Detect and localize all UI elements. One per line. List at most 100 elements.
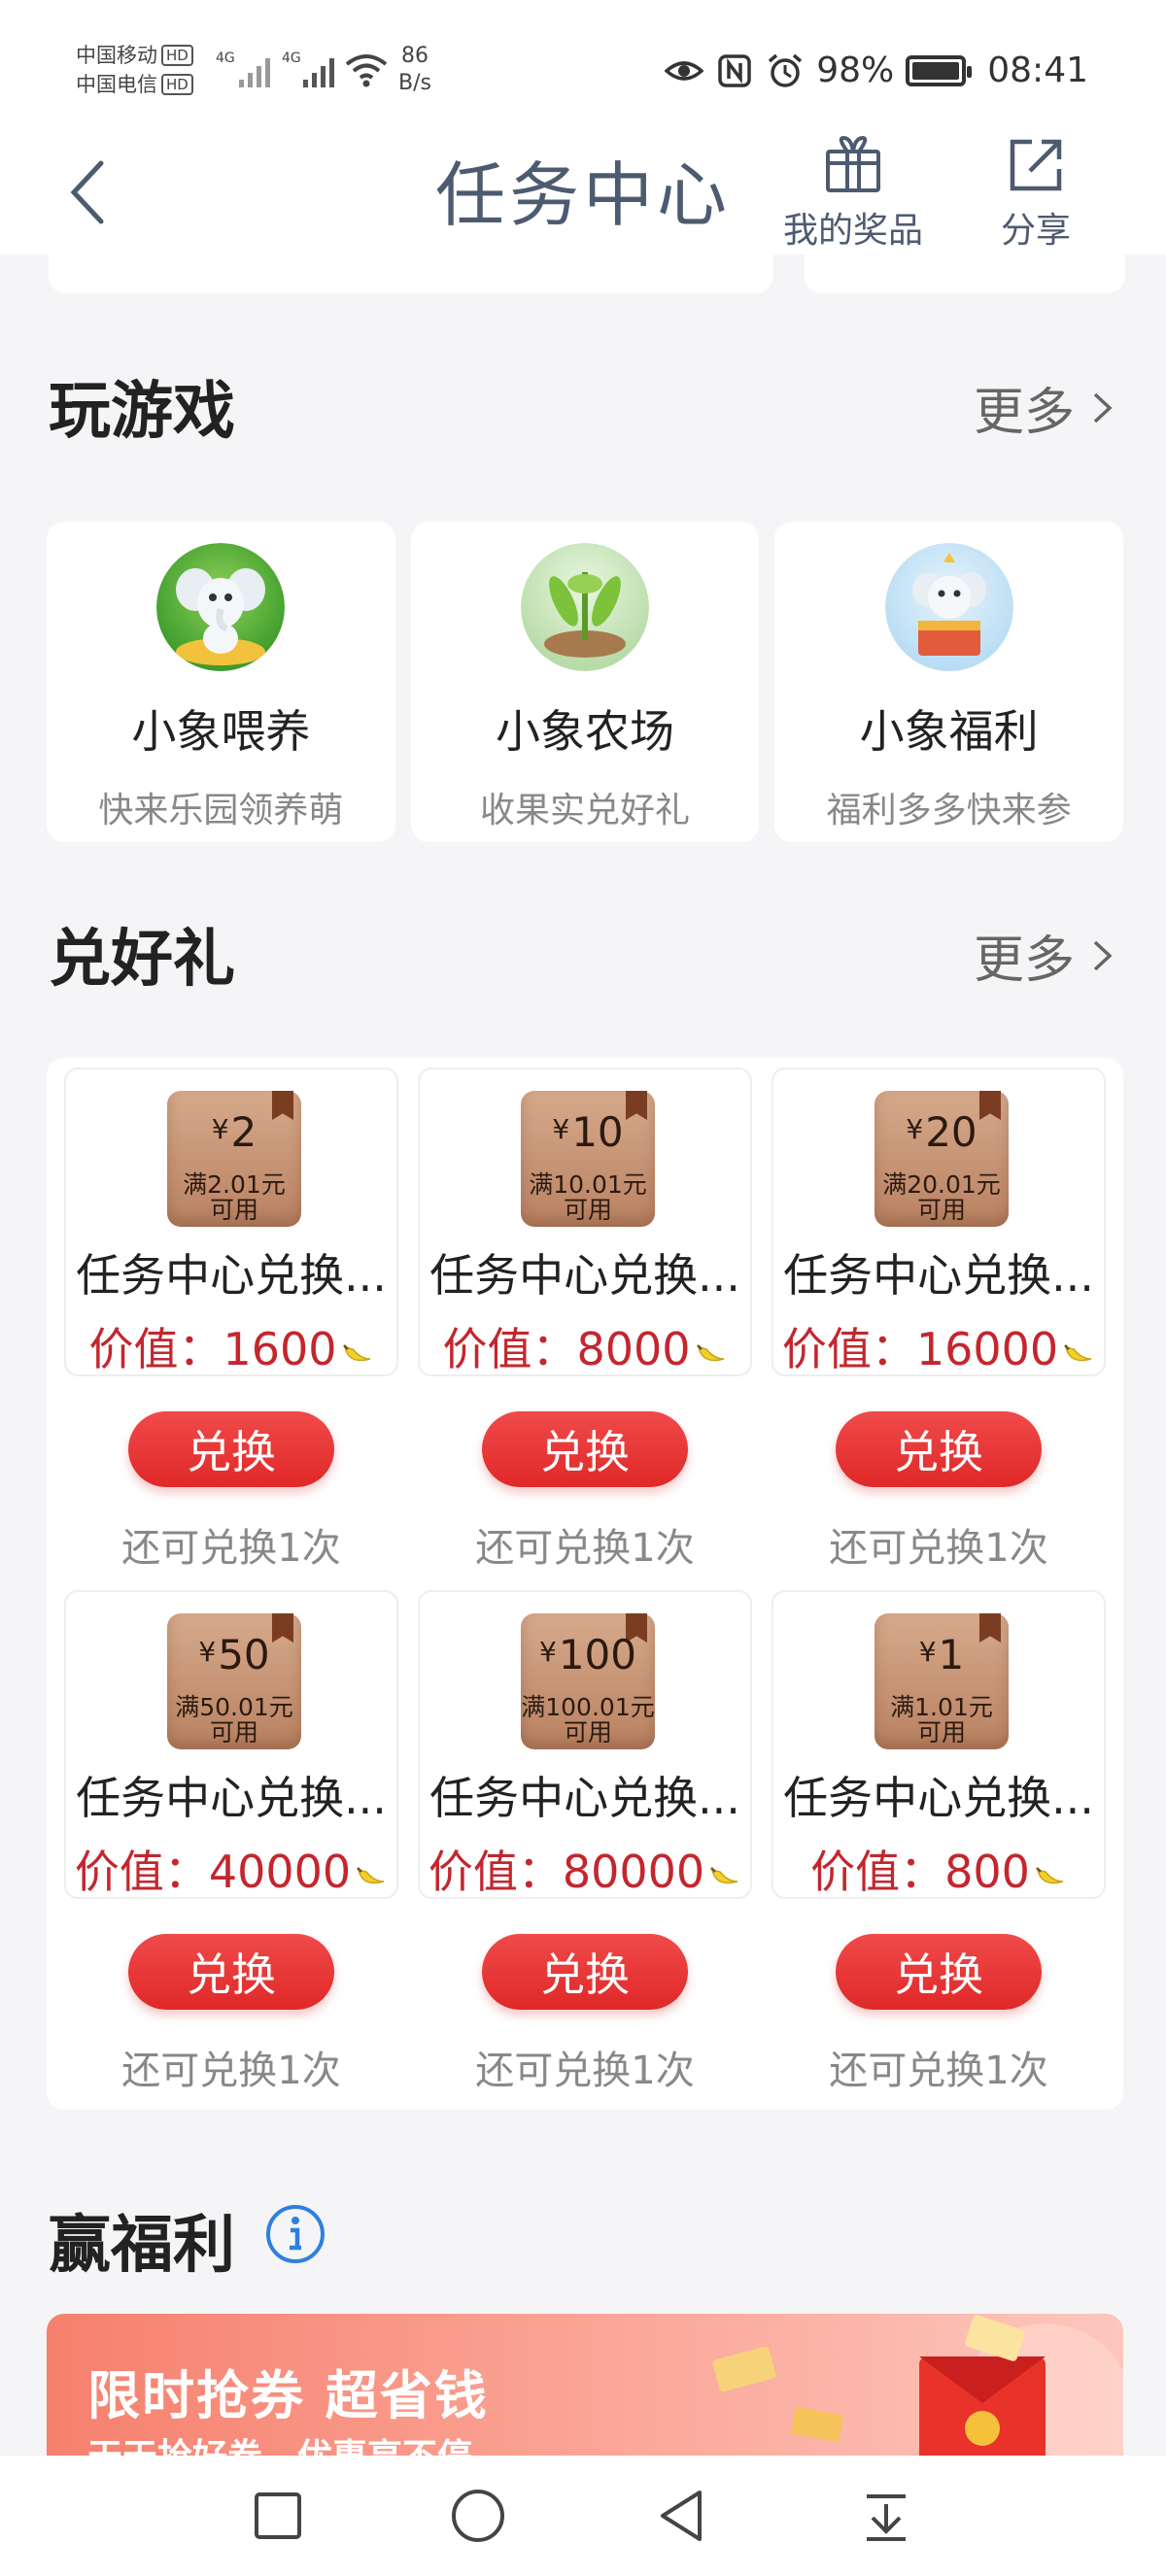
network-type-2: 4G	[282, 51, 301, 66]
reward-value: 价值：80000	[420, 1837, 750, 1901]
coupon-amount: ¥50	[167, 1631, 301, 1678]
currency-symbol: ¥	[539, 1636, 557, 1668]
carrier-1-label: 中国移动	[76, 44, 157, 67]
more-label: 更多	[973, 932, 1075, 990]
exchange-button[interactable]: 兑换	[128, 1934, 334, 2010]
coupon-condition: 满50.01元 可用	[161, 1695, 307, 1746]
game-desc: 快来乐园领养萌	[98, 791, 344, 830]
currency-symbol: ¥	[918, 1636, 937, 1668]
remaining-count: 还可兑换1次	[475, 1526, 695, 1571]
red-envelope-illustration	[712, 2315, 1123, 2456]
exchange-button[interactable]: 兑换	[482, 1934, 688, 2010]
coupon-usable: 可用	[563, 1718, 612, 1746]
reward-value-text: 价值：1600	[88, 1323, 337, 1375]
reward-value: 价值：1600	[66, 1314, 396, 1378]
exchange-button[interactable]: 兑换	[128, 1411, 334, 1487]
reward-card[interactable]: ¥50 满50.01元 可用 任务中心兑换... 价值：40000	[64, 1590, 398, 1899]
reward-item: ¥1 满1.01元 可用 任务中心兑换... 价值：800 兑换 还可兑换1次	[772, 1590, 1106, 2093]
coupon-threshold: 满100.01元	[521, 1693, 655, 1721]
game-card-elephant-farm[interactable]: 小象农场 收果实兑好礼	[410, 522, 760, 842]
reward-value-text: 价值：8000	[442, 1323, 691, 1375]
recent-apps-icon[interactable]	[247, 2485, 309, 2547]
reward-value: 价值：800	[773, 1837, 1104, 1901]
signal-2-icon	[303, 54, 334, 87]
coupon-promo-banner[interactable]: 限时抢券 超省钱 天天抢好券，优惠享不停	[47, 2314, 1123, 2456]
page-title: 任务中心	[434, 154, 731, 236]
reward-card[interactable]: ¥20 满20.01元 可用 任务中心兑换... 价值：16000	[772, 1068, 1106, 1376]
coupon-usable: 可用	[916, 1718, 966, 1746]
reward-card[interactable]: ¥10 满10.01元 可用 任务中心兑换... 价值：8000	[418, 1068, 752, 1376]
coupon-amount-value: 20	[925, 1108, 977, 1156]
remaining-count: 还可兑换1次	[829, 1526, 1048, 1571]
banana-icon	[357, 1867, 385, 1884]
games-list: 小象喂养 快来乐园领养萌 小象农场 收果实兑好礼 小象福利 福利多多快来参	[47, 522, 1124, 842]
share-label: 分享	[1001, 211, 1072, 251]
remaining-count: 还可兑换1次	[829, 2049, 1048, 2093]
exchange-button[interactable]: 兑换	[836, 1411, 1042, 1487]
chevron-right-icon	[1093, 940, 1113, 970]
notification-pulldown-icon[interactable]	[855, 2485, 917, 2547]
exchange-button[interactable]: 兑换	[482, 1411, 688, 1487]
reward-card[interactable]: ¥2 满2.01元 可用 任务中心兑换... 价值：1600	[64, 1068, 398, 1376]
reward-name: 任务中心兑换...	[76, 1772, 387, 1824]
rewards-more-link[interactable]: 更多	[974, 919, 1115, 992]
back-triangle-icon[interactable]	[651, 2485, 713, 2547]
game-desc: 收果实兑好礼	[480, 791, 691, 830]
banana-icon	[342, 1344, 370, 1362]
reward-card[interactable]: ¥1 满1.01元 可用 任务中心兑换... 价值：800	[772, 1590, 1106, 1899]
coupon-amount: ¥10	[521, 1108, 655, 1156]
signal-1-icon	[239, 54, 270, 87]
game-name: 小象喂养	[131, 705, 311, 758]
coupon-icon: ¥10 满10.01元 可用	[521, 1091, 655, 1227]
coupon-condition: 满20.01元 可用	[869, 1172, 1014, 1223]
game-card-elephant-welfare[interactable]: 小象福利 福利多多快来参	[774, 522, 1124, 842]
game-name: 小象福利	[859, 705, 1039, 758]
share-button[interactable]: 分享	[1001, 134, 1071, 253]
game-desc: 福利多多快来参	[826, 791, 1072, 830]
gift-icon	[826, 135, 880, 192]
chevron-left-icon[interactable]	[58, 153, 117, 231]
reward-item: ¥100 满100.01元 可用 任务中心兑换... 价值：80000 兑换 还可…	[418, 1590, 752, 2093]
top-nav-bar: 任务中心 我的奖品 分享	[0, 126, 1166, 254]
reward-value-text: 价值：16000	[781, 1323, 1059, 1375]
banana-icon	[1064, 1344, 1092, 1362]
games-more-link[interactable]: 更多	[974, 371, 1115, 444]
exchange-button[interactable]: 兑换	[836, 1934, 1042, 2010]
coupon-amount: ¥1	[874, 1631, 1009, 1678]
currency-symbol: ¥	[552, 1113, 570, 1145]
network-speed-value: 86	[400, 44, 429, 68]
my-prizes-label: 我的奖品	[783, 211, 924, 251]
more-label: 更多	[973, 384, 1075, 442]
games-section-title: 玩游戏	[49, 376, 235, 448]
carrier-2-label: 中国电信	[76, 73, 157, 96]
reward-name: 任务中心兑换...	[783, 1249, 1094, 1302]
rewards-section-title: 兑好礼	[49, 924, 235, 996]
coupon-condition: 满100.01元 可用	[515, 1695, 661, 1746]
my-prizes-button[interactable]: 我的奖品	[783, 134, 923, 253]
coupon-amount-value: 50	[218, 1631, 270, 1678]
coupon-condition: 满10.01元 可用	[515, 1172, 661, 1223]
coupon-condition: 满2.01元 可用	[161, 1172, 307, 1223]
game-card-elephant-feed[interactable]: 小象喂养 快来乐园领养萌	[47, 522, 395, 842]
elephant-feed-avatar	[156, 543, 286, 671]
coupon-threshold: 满2.01元	[183, 1170, 286, 1199]
hd-badge: HD	[161, 74, 193, 95]
alarm-icon	[769, 53, 803, 87]
system-navigation-bar	[0, 2456, 1166, 2576]
coupon-icon: ¥100 满100.01元 可用	[521, 1613, 655, 1749]
coupon-amount-value: 10	[571, 1108, 624, 1156]
reward-name: 任务中心兑换...	[783, 1772, 1094, 1824]
home-icon[interactable]	[447, 2485, 509, 2547]
share-icon	[1010, 139, 1062, 191]
info-icon[interactable]	[264, 2203, 326, 2265]
wifi-icon	[345, 54, 388, 87]
clock: 08:41	[987, 51, 1088, 90]
elephant-farm-avatar	[521, 543, 649, 671]
coupon-threshold: 满10.01元	[529, 1170, 647, 1199]
coupon-condition: 满1.01元 可用	[869, 1695, 1014, 1746]
currency-symbol: ¥	[211, 1113, 229, 1145]
promo-title: 限时抢券 超省钱	[87, 2365, 489, 2426]
currency-symbol: ¥	[906, 1113, 924, 1145]
coupon-usable: 可用	[916, 1196, 966, 1224]
reward-card[interactable]: ¥100 满100.01元 可用 任务中心兑换... 价值：80000	[418, 1590, 752, 1899]
